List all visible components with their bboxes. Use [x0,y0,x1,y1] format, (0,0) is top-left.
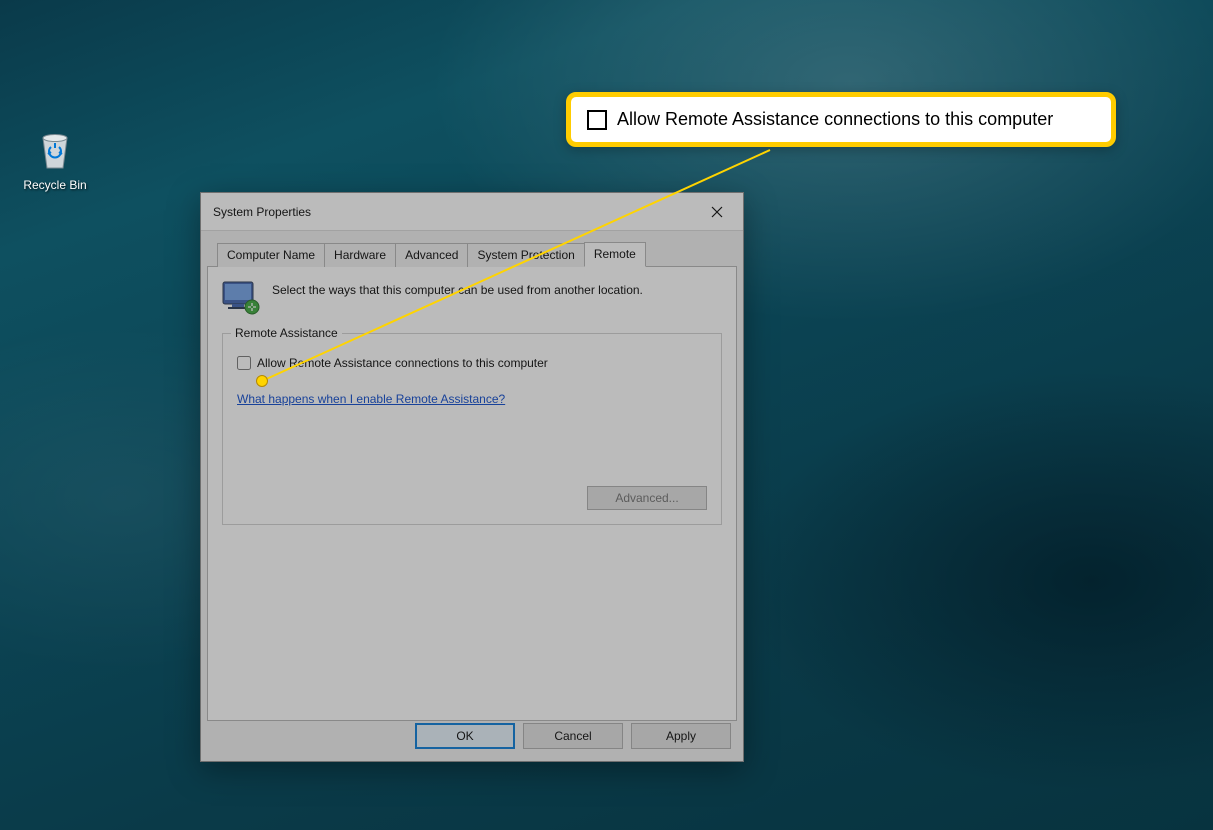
tab-hardware[interactable]: Hardware [324,243,396,267]
allow-remote-assistance-checkbox[interactable] [237,356,251,370]
tab-remote[interactable]: Remote [584,242,646,267]
apply-button[interactable]: Apply [631,723,731,749]
tab-computer-name[interactable]: Computer Name [217,243,325,267]
close-icon [711,206,723,218]
allow-remote-assistance-checkbox-row[interactable]: Allow Remote Assistance connections to t… [237,356,707,370]
intro-row: Select the ways that this computer can b… [222,281,722,315]
tab-page-remote: Select the ways that this computer can b… [207,267,737,721]
desktop-icon-label: Recycle Bin [18,178,92,192]
allow-remote-assistance-label: Allow Remote Assistance connections to t… [257,356,548,370]
callout-anchor-dot [256,375,268,387]
remote-assistance-help-link[interactable]: What happens when I enable Remote Assist… [237,392,707,406]
close-button[interactable] [697,198,737,226]
group-legend: Remote Assistance [231,326,342,340]
desktop-icon-recycle-bin[interactable]: Recycle Bin [18,126,92,192]
dialog-titlebar[interactable]: System Properties [201,193,743,231]
callout-balloon: Allow Remote Assistance connections to t… [566,92,1116,147]
tab-strip: Computer Name Hardware Advanced System P… [207,231,737,267]
remote-assistance-group: Remote Assistance Allow Remote Assistanc… [222,333,722,525]
cancel-button[interactable]: Cancel [523,723,623,749]
tab-advanced[interactable]: Advanced [395,243,468,267]
ok-button[interactable]: OK [415,723,515,749]
remote-monitor-icon [222,281,262,315]
dialog-button-row: OK Cancel Apply [415,723,731,749]
tab-system-protection[interactable]: System Protection [467,243,584,267]
callout-checkbox-icon [587,110,607,130]
intro-text: Select the ways that this computer can b… [272,281,643,297]
advanced-button: Advanced... [587,486,707,510]
callout-text: Allow Remote Assistance connections to t… [617,109,1053,130]
recycle-bin-icon [31,126,79,174]
dialog-title: System Properties [213,205,311,219]
system-properties-dialog: System Properties Computer Name Hardware… [200,192,744,762]
